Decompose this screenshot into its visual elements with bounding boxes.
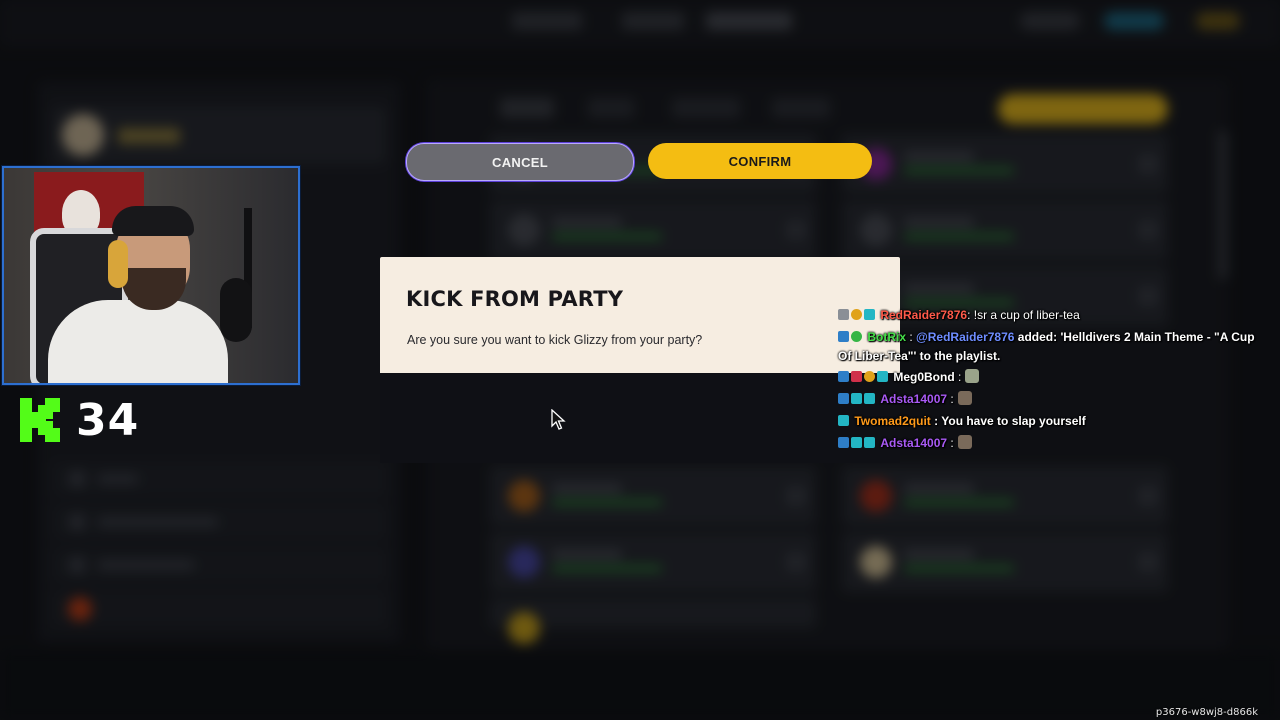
badge-icon [838, 331, 849, 342]
chat-message: Meg0Bond : [838, 368, 1258, 387]
cancel-button[interactable]: CANCEL [406, 143, 634, 181]
chat-message: Adsta14007 : [838, 390, 1258, 409]
badge-icon [877, 371, 888, 382]
chat-text: : You have to slap yourself [930, 414, 1086, 428]
dialog-title: KICK FROM PARTY [406, 287, 624, 311]
chat-username: Adsta14007 [880, 436, 948, 450]
chat-username: Adsta14007 [880, 392, 948, 406]
badge-icon [851, 393, 862, 404]
badge-icon [864, 437, 875, 448]
webcam-overlay [2, 166, 300, 385]
badge-icon [838, 437, 849, 448]
chat-username: Twomad2quit [854, 414, 931, 428]
streamer [48, 300, 228, 383]
kick-party-dialog: KICK FROM PARTY Are you sure you want to… [380, 257, 900, 463]
badge-icon [864, 393, 875, 404]
badge-icon [838, 393, 849, 404]
badge-icon [838, 309, 849, 320]
confirm-button[interactable]: CONFIRM [648, 143, 872, 179]
badge-icon [851, 437, 862, 448]
chat-text: : !sr a cup of liber-tea [967, 308, 1080, 322]
chat-username: Meg0Bond [893, 370, 955, 384]
badge-icon [864, 371, 875, 382]
watermark: p3676-w8wj8-d866k [1155, 707, 1258, 718]
kick-logo-icon [18, 396, 62, 444]
chat-username: BotRix [867, 330, 907, 344]
chat-message: Twomad2quit : You have to slap yourself [838, 412, 1258, 431]
badge-icon [864, 309, 875, 320]
badge-icon [838, 415, 849, 426]
viewer-counter: 34 [18, 394, 139, 446]
chat-message: BotRix : @RedRaider7876 added: 'Helldive… [838, 330, 1255, 363]
dialog-body: KICK FROM PARTY Are you sure you want to… [380, 257, 900, 373]
badge-icon [838, 371, 849, 382]
badge-icon [851, 309, 862, 320]
badge-icon [851, 371, 862, 382]
dialog-message: Are you sure you want to kick Glizzy fro… [407, 333, 703, 347]
emote-icon [957, 391, 972, 405]
emote-icon [957, 435, 972, 449]
chat-username: RedRaider7876 [880, 308, 968, 322]
viewer-count: 34 [76, 394, 140, 446]
chat-text: : [954, 370, 962, 384]
dialog-footer [380, 373, 900, 463]
badge-icon [851, 331, 862, 342]
mouse-cursor-icon [551, 408, 567, 436]
chat-message: Adsta14007 : [838, 434, 1258, 453]
chat-message: RedRaider7876: !sr a cup of liber-tea [838, 306, 1258, 325]
emote-icon [965, 369, 980, 383]
microphone [220, 278, 252, 342]
headphones [108, 240, 128, 288]
chat-text: : [947, 436, 954, 450]
chat-mention: @RedRaider7876 [916, 330, 1015, 344]
chat-text: : [947, 392, 954, 406]
streamer-hat [112, 206, 194, 236]
